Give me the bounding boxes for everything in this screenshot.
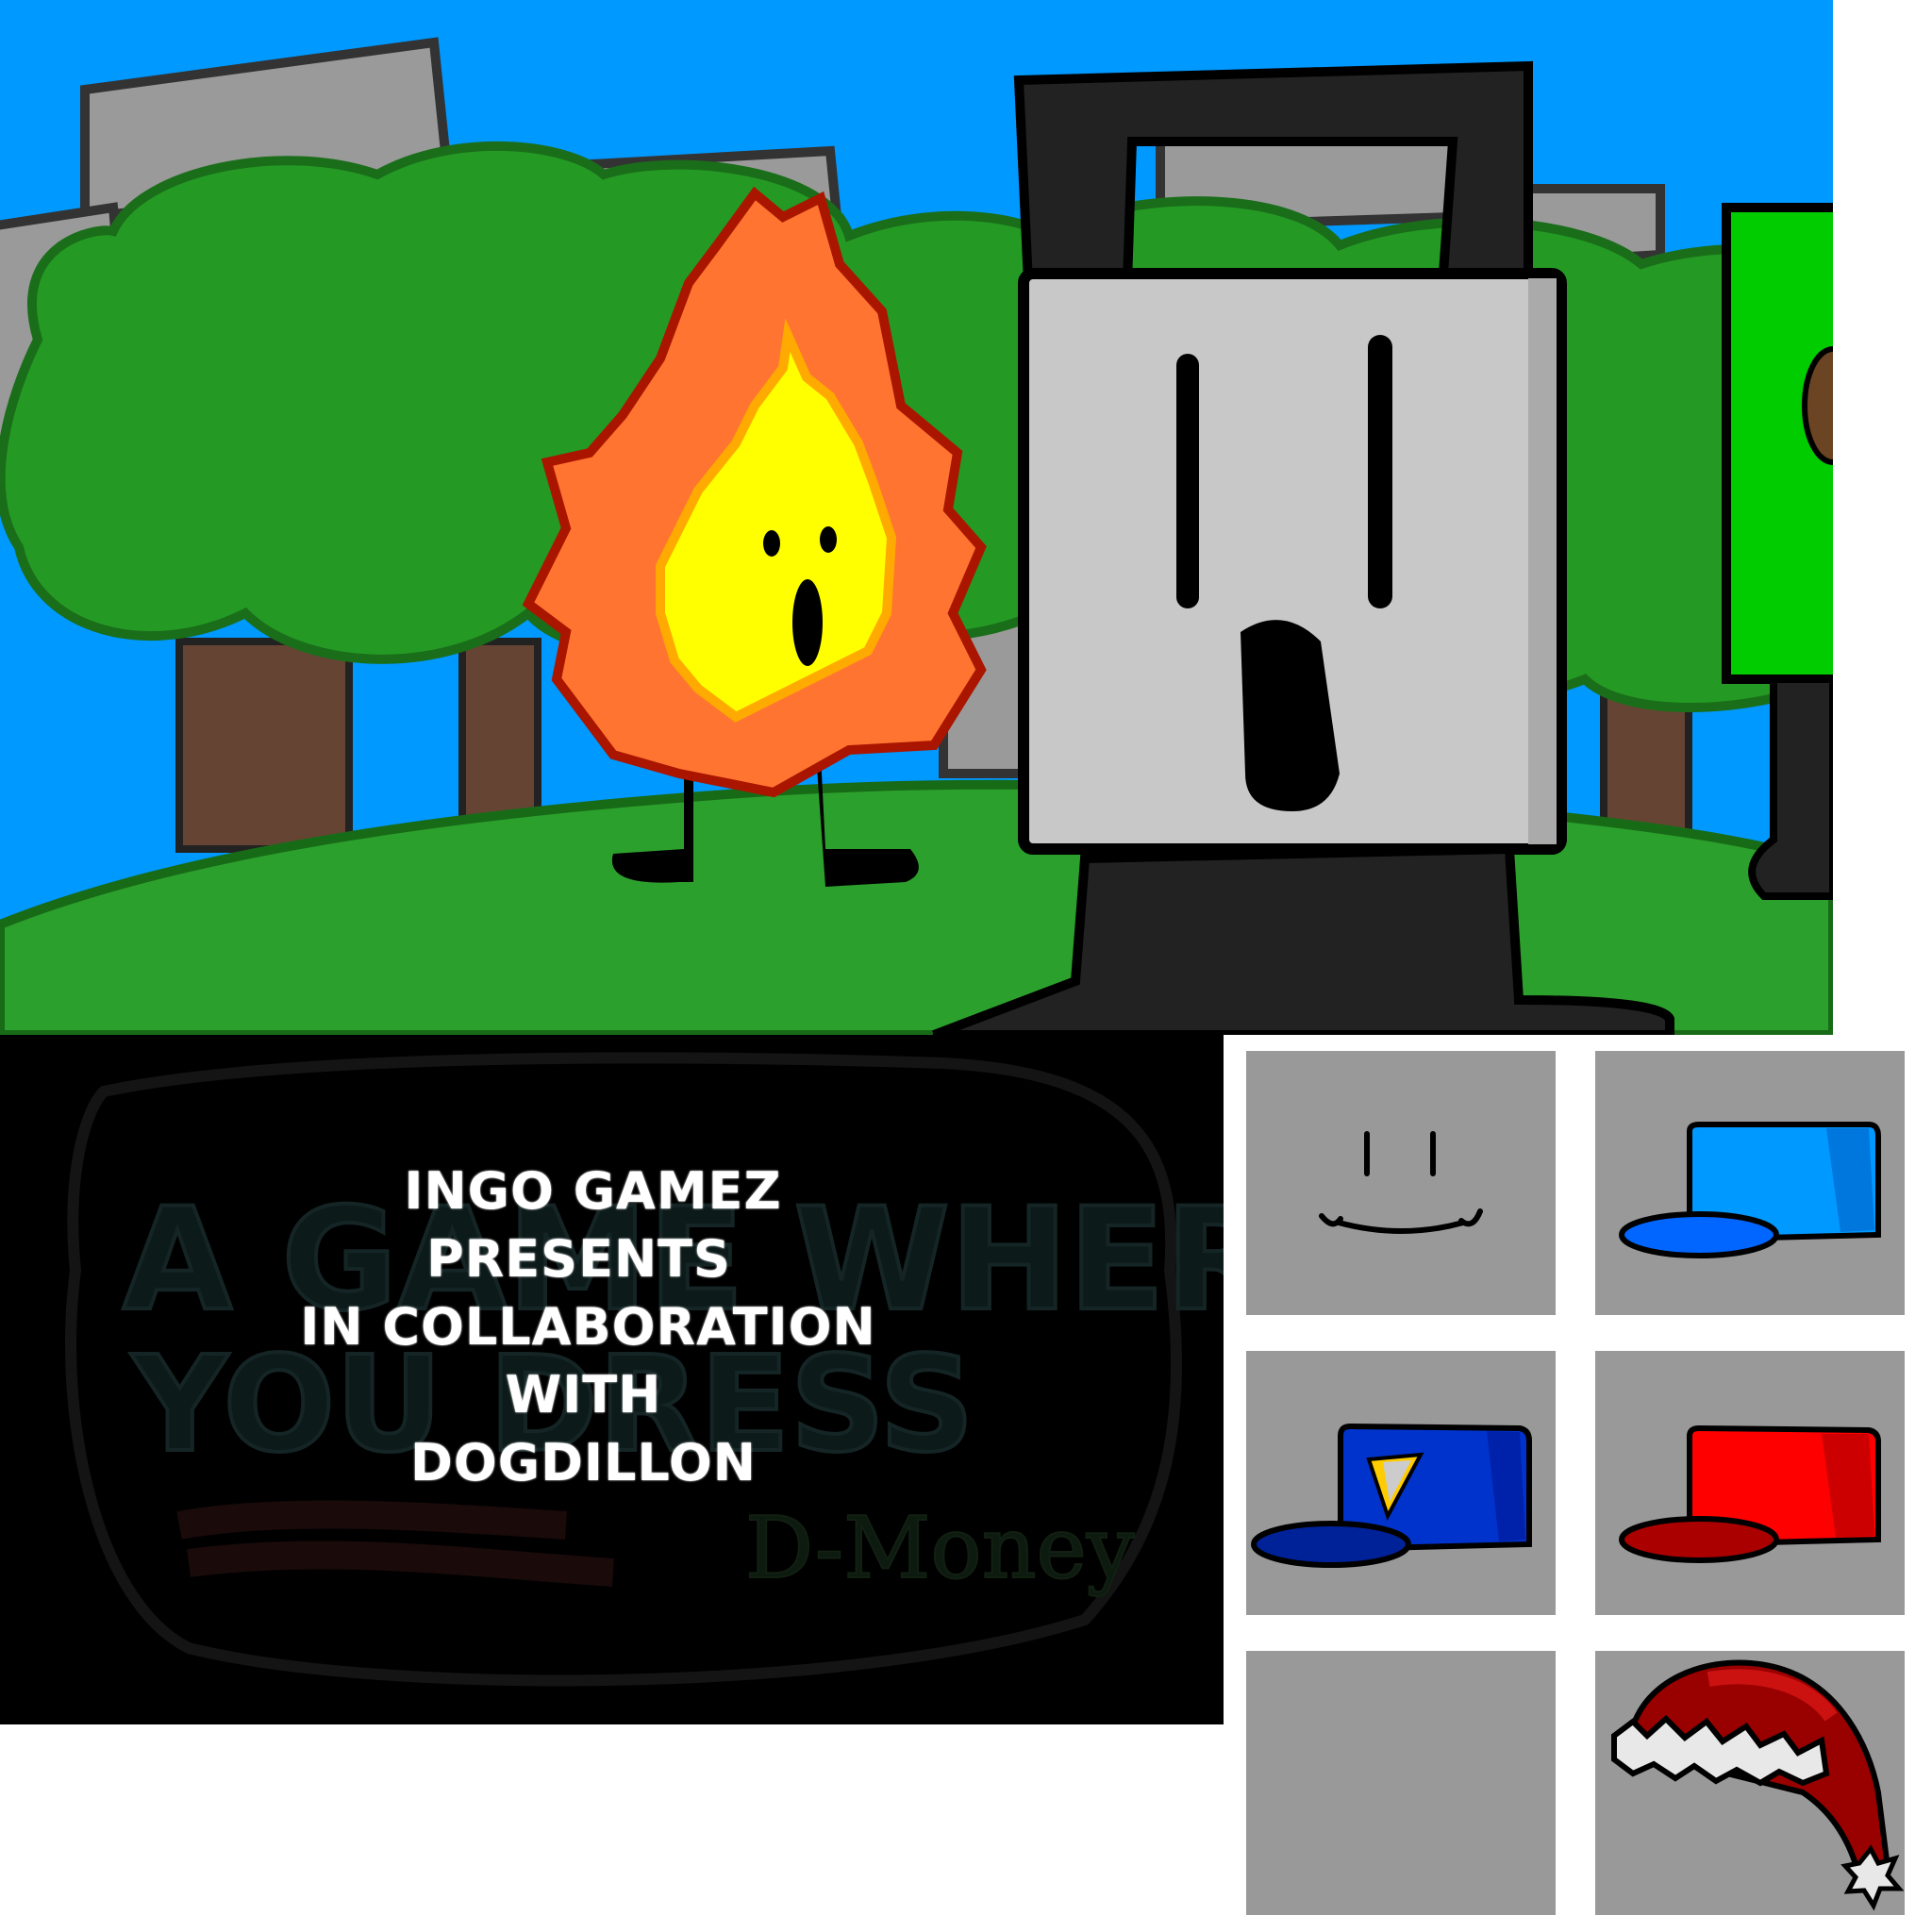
navy-logo-cap-icon	[1251, 1423, 1532, 1568]
santa-hat-icon	[1611, 1659, 1905, 1911]
inventory-grid	[1224, 1035, 1932, 1932]
inventory-slot-santa-hat[interactable]	[1595, 1651, 1905, 1915]
credits-text: INGO GAMEZ PRESENTS IN COLLABORATION WIT…	[0, 1158, 1224, 1497]
smiley-face-icon	[1319, 1131, 1483, 1234]
credit-line-presents: PRESENTS	[426, 1229, 731, 1289]
inventory-slot-red-cap[interactable]	[1595, 1351, 1905, 1615]
fire-right-eye	[820, 526, 837, 553]
scene-art	[0, 37, 1833, 1035]
title-card: A GAME WHERE YOU DRESS D-Money INGO GAME…	[0, 1035, 1224, 1724]
inventory-slot-blue-cap[interactable]	[1595, 1051, 1905, 1315]
red-cap-icon	[1619, 1424, 1881, 1563]
fire-left-eye	[763, 530, 780, 557]
plug-right-eye	[1368, 335, 1392, 608]
credit-line-with: WITH	[505, 1365, 662, 1424]
inventory-slot-navy-logo-cap[interactable]	[1246, 1351, 1556, 1615]
green-character-leg	[1748, 675, 1833, 900]
fire-mouth	[792, 579, 823, 666]
green-character	[1722, 203, 1833, 900]
plug-left-eye	[1176, 354, 1199, 608]
game-scene	[0, 0, 1833, 1035]
blue-cap-icon	[1619, 1122, 1881, 1258]
inventory-slot-empty[interactable]	[1246, 1651, 1556, 1915]
watermark-scribble	[176, 1500, 614, 1587]
watermark-signature: D-Money	[745, 1499, 1135, 1598]
plug-face-shade	[1528, 278, 1557, 844]
credit-line-studio: INGO GAMEZ	[404, 1161, 782, 1221]
credit-line-collaboration: IN COLLABORATION	[300, 1297, 876, 1357]
inventory-slot-smiley-face[interactable]	[1246, 1051, 1556, 1315]
credit-line-partner: DOGDILLON	[410, 1433, 757, 1492]
